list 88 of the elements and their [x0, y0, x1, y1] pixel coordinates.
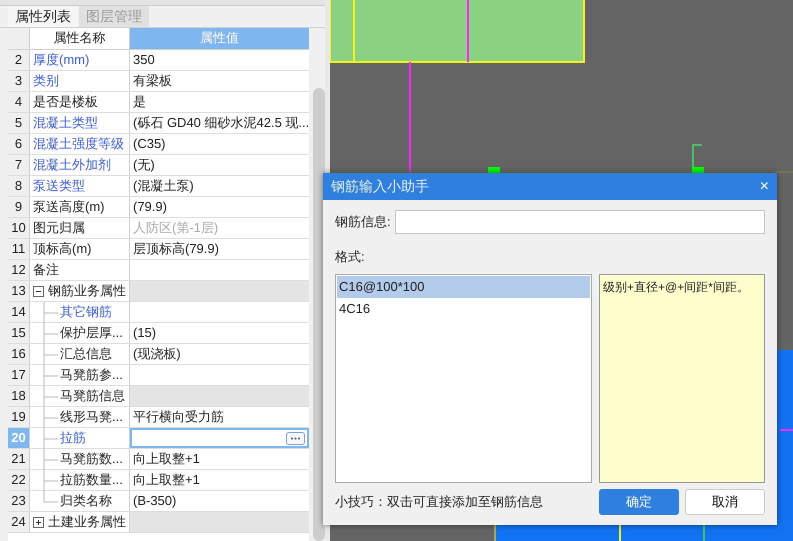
property-name: 归类名称 — [60, 492, 112, 510]
row-number: 20 — [8, 428, 30, 448]
tree-line — [44, 323, 58, 344]
property-name[interactable]: 拉筋 — [60, 428, 86, 448]
row-number: 9 — [8, 197, 30, 217]
row-number: 3 — [8, 71, 30, 91]
row-number: 12 — [8, 260, 30, 280]
more-icon[interactable] — [286, 432, 305, 444]
row-number: 7 — [8, 155, 30, 175]
value-cell[interactable] — [130, 281, 309, 301]
row-number: 14 — [8, 302, 30, 322]
row-number: 15 — [8, 323, 30, 343]
property-name[interactable]: 厚度(mm) — [33, 50, 90, 70]
property-name: 图元归属 — [33, 219, 85, 237]
property-name[interactable]: 混凝土类型 — [33, 113, 98, 133]
property-name: 土建业务属性 — [48, 513, 126, 531]
tree-line — [44, 407, 58, 428]
row-number: 11 — [8, 239, 30, 259]
close-button[interactable]: × — [760, 178, 769, 196]
property-name: 马凳筋参... — [60, 366, 123, 384]
row-number: 21 — [8, 449, 30, 469]
property-name: 汇总信息 — [60, 345, 112, 363]
property-name: 是否是楼板 — [33, 93, 98, 111]
property-value[interactable]: 向上取整+1 — [130, 449, 309, 469]
property-name: 保护层厚... — [60, 324, 123, 342]
row-number: 19 — [8, 407, 30, 427]
property-name: 钢筋业务属性 — [48, 282, 126, 300]
property-name: 备注 — [33, 261, 59, 279]
cancel-button[interactable]: 取消 — [685, 489, 765, 515]
ok-button[interactable]: 确定 — [599, 489, 679, 515]
row-number: 4 — [8, 92, 30, 112]
row-number: 17 — [8, 365, 30, 385]
row-number: 6 — [8, 134, 30, 154]
value-cell[interactable] — [130, 386, 309, 406]
row-number: 13 — [8, 281, 30, 301]
tree-line — [44, 386, 58, 407]
property-value[interactable]: 有梁板 — [130, 71, 309, 91]
field-label: 钢筋信息: — [335, 213, 391, 231]
property-name[interactable]: 其它钢筋 — [60, 302, 112, 322]
property-name: 马凳筋信息 — [60, 387, 125, 405]
expand-icon[interactable] — [33, 516, 44, 528]
tree-line — [44, 449, 58, 470]
property-value[interactable]: 向上取整+1 — [130, 470, 309, 490]
format-item[interactable]: C16@100*100 — [337, 276, 590, 298]
row-number: 10 — [8, 218, 30, 238]
property-value[interactable]: (B-350) — [130, 491, 309, 511]
property-value[interactable]: (C35) — [130, 134, 309, 154]
tree-line — [44, 365, 58, 386]
row-number: 24 — [8, 512, 30, 532]
tree-line — [44, 344, 58, 365]
format-label: 格式: — [335, 249, 365, 264]
property-name: 马凳筋数... — [60, 450, 123, 468]
property-value[interactable]: (混凝土泵) — [130, 176, 309, 196]
property-value[interactable]: 是 — [130, 92, 309, 112]
panel-tab[interactable]: 属性列表 — [8, 6, 78, 27]
tree-line — [44, 302, 58, 323]
column-header: 属性值 — [130, 28, 309, 49]
property-name: 拉筋数量... — [60, 471, 123, 489]
property-name: 线形马凳... — [60, 408, 123, 426]
property-value[interactable]: (79.9) — [130, 197, 309, 217]
tip-text: 小技巧：双击可直接添加至钢筋信息 — [335, 493, 544, 511]
property-name[interactable]: 泵送类型 — [33, 176, 85, 196]
row-number: 8 — [8, 176, 30, 196]
dialog-title: 钢筋输入小助手 — [331, 178, 429, 196]
row-number: 23 — [8, 491, 30, 511]
property-value[interactable]: 平行横向受力筋 — [130, 407, 309, 427]
property-value[interactable]: (无) — [130, 155, 309, 175]
property-name: 泵送高度(m) — [33, 198, 104, 216]
property-value[interactable]: (砾石 GD40 细砂水泥42.5 现... — [130, 113, 309, 133]
row-number: 5 — [8, 113, 30, 133]
row-number: 18 — [8, 386, 30, 406]
property-name[interactable]: 类别 — [33, 71, 59, 91]
property-value[interactable]: 层顶标高(79.9) — [130, 239, 309, 259]
row-number: 22 — [8, 470, 30, 490]
description-text: 级别+直径+@+间距*间距。 — [603, 280, 749, 294]
tree-line — [44, 428, 58, 449]
property-name[interactable]: 混凝土强度等级 — [33, 134, 124, 154]
format-item[interactable]: 4C16 — [337, 298, 590, 320]
row-number: 16 — [8, 344, 30, 364]
property-name[interactable]: 混凝土外加剂 — [33, 155, 111, 175]
value-cell[interactable] — [130, 512, 309, 532]
property-value[interactable]: (现浇板) — [130, 344, 309, 364]
property-value[interactable]: 350 — [130, 50, 309, 70]
collapse-icon[interactable] — [33, 286, 44, 296]
row-number: 2 — [8, 50, 30, 70]
property-name: 顶标高(m) — [33, 240, 92, 258]
input-field[interactable] — [394, 210, 765, 234]
property-value[interactable]: (15) — [130, 323, 309, 343]
